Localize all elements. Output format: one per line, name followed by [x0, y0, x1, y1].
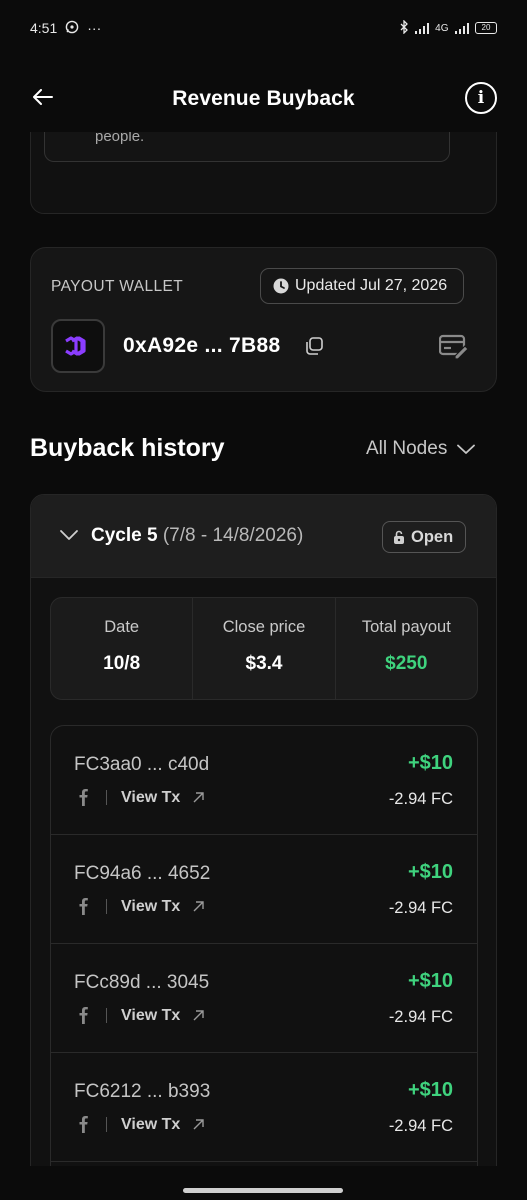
status-bar: 4:51 ··· 4G 20	[0, 0, 527, 56]
summary-date-value: 10/8	[103, 653, 141, 674]
payout-wallet-card: PAYOUT WALLET Updated Jul 27, 2026 0xA92…	[30, 247, 497, 392]
transaction-row: FC94a6 ... 4652 View Tx +$10 -2.94 FC	[51, 835, 477, 944]
view-tx-link[interactable]: View Tx	[121, 1116, 180, 1134]
external-link-icon	[193, 792, 204, 803]
transaction-amount: +$10	[407, 752, 453, 774]
cycle-header[interactable]: Cycle 5 (7/8 - 14/8/2026) Open	[31, 495, 496, 578]
transaction-fc: -2.94 FC	[388, 1008, 453, 1026]
summary-price-label: Close price	[222, 618, 306, 636]
app-header: Revenue Buyback i	[0, 66, 527, 132]
transaction-id: FC94a6 ... 4652	[74, 863, 211, 884]
cycle-status-badge: Open	[382, 521, 467, 553]
transaction-amount: +$10	[407, 861, 453, 883]
wallet-address: 0xA92e ... 7B88	[123, 334, 281, 357]
summary-date-label: Date	[104, 618, 140, 636]
info-icon: i	[477, 88, 485, 108]
summary-price-value: $3.4	[245, 653, 283, 674]
cycle-status: Open	[411, 527, 454, 546]
home-indicator[interactable]	[183, 1188, 343, 1193]
transaction-amount: +$10	[407, 970, 453, 992]
view-tx-link[interactable]: View Tx	[121, 898, 180, 916]
cycle-title: Cycle 5 (7/8 - 14/8/2026)	[91, 525, 303, 547]
cycle-card: Cycle 5 (7/8 - 14/8/2026) Open Date 10/8…	[30, 494, 497, 1200]
summary-payout-label: Total payout	[361, 618, 451, 636]
signal-icon-2	[454, 22, 469, 34]
bluetooth-icon	[399, 18, 409, 37]
node-filter-dropdown[interactable]: All Nodes	[366, 438, 476, 460]
cycle-range: (7/8 - 14/8/2026)	[162, 525, 304, 546]
external-link-icon	[193, 1010, 204, 1021]
copy-icon[interactable]	[304, 336, 324, 356]
transaction-fc: -2.94 FC	[388, 790, 453, 808]
chevron-down-icon	[457, 444, 476, 454]
divider	[106, 1008, 107, 1023]
summary-payout-value: $250	[385, 653, 428, 674]
fc-token-icon	[79, 1116, 88, 1133]
cycle-summary: Date 10/8 Close price $3.4 Total payout …	[50, 597, 478, 700]
divider	[106, 899, 107, 914]
navigation-bar	[0, 1166, 527, 1200]
transaction-id: FC6212 ... b393	[74, 1081, 211, 1102]
updated-text: Updated Jul 27, 2026	[295, 277, 448, 294]
clock-icon	[273, 278, 289, 294]
transaction-row: FC3aa0 ... c40d View Tx +$10 -2.94 FC	[51, 726, 477, 835]
transaction-amount: +$10	[407, 1079, 453, 1101]
payout-wallet-label: PAYOUT WALLET	[51, 278, 184, 295]
external-link-icon	[193, 1119, 204, 1130]
view-tx-link[interactable]: View Tx	[121, 789, 180, 807]
info-button[interactable]: i	[465, 82, 497, 114]
cycle-name: Cycle 5	[91, 525, 158, 546]
battery-icon: 20	[475, 22, 497, 34]
divider	[106, 790, 107, 805]
external-link-icon	[193, 901, 204, 912]
lock-open-icon	[394, 530, 404, 544]
edit-wallet-icon[interactable]	[438, 334, 469, 360]
transaction-row: FCc89d ... 3045 View Tx +$10 -2.94 FC	[51, 944, 477, 1053]
signal-icon	[414, 22, 430, 34]
transaction-row: FC6212 ... b393 View Tx +$10 -2.94 FC	[51, 1053, 477, 1162]
transaction-fc: -2.94 FC	[388, 1117, 453, 1135]
transaction-id: FCc89d ... 3045	[74, 972, 210, 993]
divider	[106, 1117, 107, 1132]
polygon-network-icon	[51, 319, 105, 373]
arrow-left-icon	[33, 89, 53, 105]
buyback-history-title: Buyback history	[30, 434, 225, 462]
fc-token-icon	[79, 898, 88, 915]
fc-token-icon	[79, 789, 88, 806]
back-button[interactable]	[30, 84, 56, 110]
whatsapp-icon	[65, 20, 79, 37]
chevron-down-icon	[60, 530, 78, 540]
summary-total-payout: Total payout $250	[334, 598, 477, 699]
summary-close-price: Close price $3.4	[192, 598, 334, 699]
transaction-fc: -2.94 FC	[388, 899, 453, 917]
updated-badge: Updated Jul 27, 2026	[260, 268, 465, 304]
page-title: Revenue Buyback	[172, 87, 355, 110]
more-notifications-icon: ···	[87, 20, 102, 36]
network-type: 4G	[435, 22, 449, 34]
fc-token-icon	[79, 1007, 88, 1024]
status-time: 4:51	[30, 20, 58, 36]
view-tx-link[interactable]: View Tx	[121, 1007, 180, 1025]
summary-date: Date 10/8	[51, 598, 192, 699]
transaction-list: FC3aa0 ... c40d View Tx +$10 -2.94 FC FC…	[50, 725, 478, 1200]
transaction-id: FC3aa0 ... c40d	[74, 754, 210, 775]
node-filter-label: All Nodes	[366, 438, 448, 459]
